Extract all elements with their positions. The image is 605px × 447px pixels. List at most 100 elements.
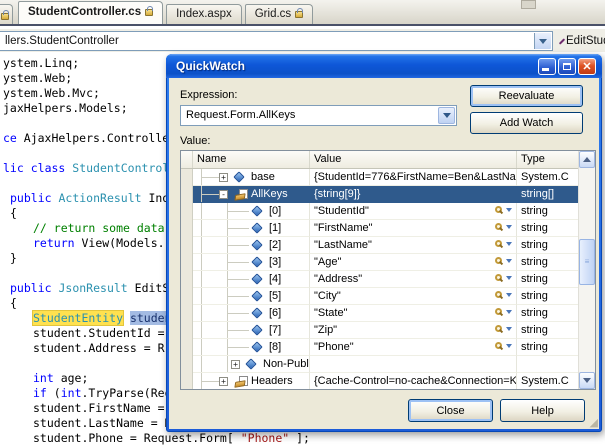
code-line: student.Address = R: [33, 341, 165, 356]
visualizer-controls: [495, 342, 512, 349]
code-line: // return some data: [33, 221, 165, 236]
watch-value: "FirstName": [314, 222, 373, 234]
name-cell: [4]: [193, 271, 310, 288]
visualizer-dropdown-icon[interactable]: [506, 208, 512, 212]
add-watch-button[interactable]: Add Watch: [470, 112, 583, 134]
code-line: ystem.Web.Mvc;: [3, 86, 100, 101]
chevron-down-icon[interactable]: [534, 33, 551, 49]
watch-row--2-[interactable]: [2]"LastName"string: [181, 237, 578, 254]
collapse-icon[interactable]: -: [219, 190, 228, 199]
dialog-title: QuickWatch: [166, 54, 602, 78]
row-marker: [181, 322, 193, 339]
tab-label: Grid.cs: [255, 8, 291, 20]
name-cell: [7]: [193, 322, 310, 339]
magnifier-icon[interactable]: [495, 342, 502, 349]
type-navigation-dropdown[interactable]: llers.StudentController: [0, 31, 553, 51]
grid-scrollbar[interactable]: ≡: [578, 151, 595, 389]
value-column-header[interactable]: Value: [310, 151, 517, 168]
tab-index-aspx[interactable]: Index.aspx: [166, 4, 242, 24]
member-navigation-dropdown[interactable]: EditStudent(): [558, 31, 605, 51]
member-icon: [247, 360, 255, 368]
expression-label: Expression:: [180, 89, 237, 101]
expand-icon[interactable]: +: [219, 173, 228, 182]
visualizer-dropdown-icon[interactable]: [506, 310, 512, 314]
type-cell: string: [517, 254, 578, 271]
name-cell: +Non-Public members: [193, 356, 310, 373]
scrollbar-thumb[interactable]: ≡: [579, 239, 595, 285]
code-line: student.LastName = R: [33, 416, 171, 431]
visualizer-controls: [495, 257, 512, 264]
type-cell: string[]: [517, 186, 578, 203]
visualizer-dropdown-icon[interactable]: [506, 225, 512, 229]
type-cell: System.C: [517, 373, 578, 390]
magnifier-icon[interactable]: [495, 206, 502, 213]
watch-name: [6]: [269, 307, 281, 319]
name-cell: [3]: [193, 254, 310, 271]
name-cell: [5]: [193, 288, 310, 305]
magnifier-icon[interactable]: [495, 291, 502, 298]
value-cell: "Age": [310, 254, 517, 271]
value-cell: [310, 356, 517, 373]
watch-row--0-[interactable]: [0]"StudentId"string: [181, 203, 578, 220]
value-cell: {Cache-Control=no-cache&Connection=Ke: [310, 373, 517, 390]
visualizer-dropdown-icon[interactable]: [506, 242, 512, 246]
chevron-down-icon[interactable]: [438, 107, 455, 124]
expand-icon[interactable]: +: [231, 360, 240, 369]
member-icon: [253, 326, 261, 334]
watch-row--5-[interactable]: [5]"City"string: [181, 288, 578, 305]
magnifier-icon[interactable]: [495, 325, 502, 332]
watch-row--1-[interactable]: [1]"FirstName"string: [181, 220, 578, 237]
magnifier-icon[interactable]: [495, 274, 502, 281]
property-icon: [235, 376, 248, 387]
watch-row--6-[interactable]: [6]"State"string: [181, 305, 578, 322]
dialog-titlebar[interactable]: QuickWatch ✕: [166, 54, 602, 78]
visualizer-controls: [495, 274, 512, 281]
visualizer-controls: [495, 325, 512, 332]
close-window-button[interactable]: ✕: [578, 58, 596, 75]
row-marker: [181, 254, 193, 271]
magnifier-icon[interactable]: [495, 257, 502, 264]
watch-value: "LastName": [314, 239, 372, 251]
maximize-button[interactable]: [558, 58, 576, 75]
expand-icon[interactable]: +: [219, 377, 228, 386]
lock-icon: [1, 13, 9, 20]
visualizer-dropdown-icon[interactable]: [506, 276, 512, 280]
maximize-icon: [563, 63, 571, 70]
watch-row-base[interactable]: +base{StudentId=776&FirstName=Ben&LastNa…: [181, 169, 578, 186]
tab-grid-cs[interactable]: Grid.cs: [245, 4, 313, 24]
visualizer-dropdown-icon[interactable]: [506, 259, 512, 263]
visualizer-dropdown-icon[interactable]: [506, 344, 512, 348]
help-button[interactable]: Help: [500, 399, 585, 422]
visualizer-dropdown-icon[interactable]: [506, 327, 512, 331]
value-cell: "Zip": [310, 322, 517, 339]
watch-row--8-[interactable]: [8]"Phone"string: [181, 339, 578, 356]
magnifier-icon[interactable]: [495, 240, 502, 247]
magnifier-icon[interactable]: [495, 308, 502, 315]
watch-row-headers[interactable]: +Headers{Cache-Control=no-cache&Connecti…: [181, 373, 578, 390]
reevaluate-button[interactable]: Reevaluate: [470, 85, 583, 107]
scroll-up-icon[interactable]: [579, 151, 595, 168]
type-column-header[interactable]: Type: [517, 151, 578, 168]
row-marker: [181, 356, 193, 373]
watch-row-allkeys[interactable]: -AllKeys{string[9]}string[]: [181, 186, 578, 203]
watch-value: "State": [314, 307, 348, 319]
member-icon: [253, 241, 261, 249]
visualizer-dropdown-icon[interactable]: [506, 293, 512, 297]
close-button[interactable]: Close: [408, 399, 493, 422]
minimize-button[interactable]: [538, 58, 556, 75]
watch-name: base: [251, 171, 275, 183]
code-line: {: [10, 206, 17, 221]
name-cell: [8]: [193, 339, 310, 356]
watch-row--3-[interactable]: [3]"Age"string: [181, 254, 578, 271]
watch-row--4-[interactable]: [4]"Address"string: [181, 271, 578, 288]
resize-grip[interactable]: ◢: [590, 418, 598, 429]
watch-row-non-public-members[interactable]: +Non-Public members: [181, 356, 578, 373]
expression-combobox[interactable]: Request.Form.AllKeys: [180, 105, 457, 126]
magnifier-icon[interactable]: [495, 223, 502, 230]
name-column-header[interactable]: Name: [193, 151, 310, 168]
tab-studentcontroller[interactable]: StudentController.cs: [18, 1, 163, 24]
scroll-down-icon[interactable]: [579, 372, 595, 389]
tab-partial-left[interactable]: [0, 4, 13, 24]
watch-row--7-[interactable]: [7]"Zip"string: [181, 322, 578, 339]
code-line: ystem.Web;: [3, 71, 72, 86]
